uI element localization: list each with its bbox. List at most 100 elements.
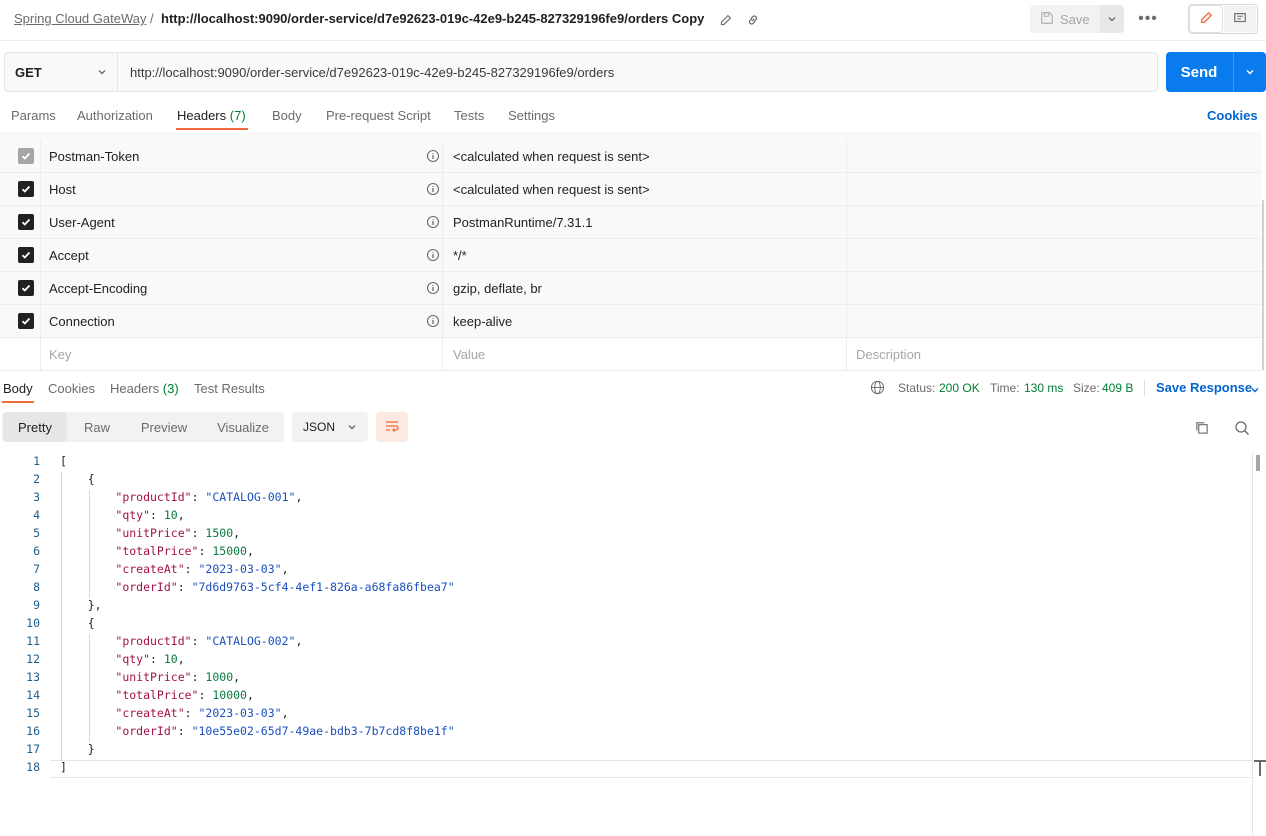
line-number: 16 [26,724,40,738]
response-tab-headers-count: (3) [162,381,179,396]
header-key[interactable]: Accept-Encoding [49,281,147,296]
chevron-down-icon [1250,383,1260,393]
editor-scrollbar-track[interactable] [1252,452,1253,836]
tab-tests[interactable]: Tests [454,108,484,123]
code-line: "productId": "CATALOG-002", [115,634,303,648]
copy-icon[interactable] [1194,420,1210,436]
line-number: 10 [26,616,40,630]
line-number: 2 [33,472,40,486]
response-tab-test-results[interactable]: Test Results [194,381,265,396]
code-line: "orderId": "7d6d9763-5cf4-4ef1-826a-a68f… [115,580,455,594]
info-icon[interactable] [426,314,440,328]
response-body-editor[interactable]: 1 [2 {3 "productId": "CATALOG-001", 4 "qty… [0,452,1266,836]
chevron-down-icon [1245,65,1255,80]
line-number: 18 [26,760,40,774]
request-title[interactable]: http://localhost:9090/order-service/d7e9… [161,11,704,26]
tab-headers[interactable]: Headers (7) [177,108,246,123]
header-value[interactable]: PostmanRuntime/7.31.1 [453,215,592,230]
indent-guide [89,634,90,742]
size-label: Size: [1073,381,1100,395]
header-enabled-checkbox[interactable] [18,181,34,197]
code-line: "createAt": "2023-03-03", [115,706,289,720]
view-raw-button[interactable]: Raw [72,412,122,442]
save-button[interactable]: Save [1030,5,1100,33]
url-input[interactable]: http://localhost:9090/order-service/d7e9… [118,52,1158,92]
line-number: 12 [26,652,40,666]
line-number: 1 [33,454,40,468]
info-icon[interactable] [426,215,440,229]
code-line: "qty": 10, [115,652,185,666]
new-header-value-input[interactable]: Value [453,347,485,362]
view-visualize-button[interactable]: Visualize [206,412,280,442]
info-icon[interactable] [426,149,440,163]
header-key[interactable]: Host [49,182,76,197]
header-enabled-checkbox[interactable] [18,313,34,329]
size-value[interactable]: 409 B [1102,381,1133,395]
header-enabled-checkbox[interactable] [18,280,34,296]
new-header-key-input[interactable]: Key [49,347,71,362]
send-options-dropdown[interactable] [1236,52,1264,92]
status-label: Status: [898,381,936,395]
header-row: Host <calculated when request is sent> [0,173,1262,206]
edit-title-pencil-icon[interactable] [716,11,734,29]
info-icon[interactable] [426,281,440,295]
info-icon[interactable] [426,248,440,262]
more-actions-button[interactable]: ••• [1134,5,1162,33]
tab-settings[interactable]: Settings [508,108,555,123]
tab-params[interactable]: Params [11,108,56,123]
new-header-description-input[interactable]: Description [856,347,921,362]
response-tab-headers[interactable]: Headers (3) [110,381,179,396]
header-key[interactable]: Connection [49,314,115,329]
line-number: 6 [33,544,40,558]
breadcrumb-collection-link[interactable]: Spring Cloud GateWay [14,11,146,26]
send-button[interactable]: Send [1166,52,1232,92]
header-key[interactable]: User-Agent [49,215,115,230]
code-line: "unitPrice": 1000, [115,670,241,684]
format-select[interactable]: JSON [292,412,368,442]
header-key[interactable]: Accept [49,248,89,263]
line-number: 7 [33,562,40,576]
header-row: User-Agent PostmanRuntime/7.31.1 [0,206,1262,239]
line-number: 14 [26,688,40,702]
header-value[interactable]: */* [453,248,467,263]
current-line-highlight [50,760,1252,778]
chevron-down-icon [1107,12,1117,27]
line-number: 9 [33,598,40,612]
header-enabled-checkbox[interactable] [18,148,34,164]
code-line: "unitPrice": 1500, [115,526,241,540]
view-pretty-button[interactable]: Pretty [3,412,67,442]
line-number: 3 [33,490,40,504]
response-tab-body[interactable]: Body [3,381,33,396]
header-value[interactable]: keep-alive [453,314,512,329]
globe-icon[interactable] [870,380,886,396]
tab-authorization[interactable]: Authorization [77,108,153,123]
header-enabled-checkbox[interactable] [18,247,34,263]
line-number: 13 [26,670,40,684]
wrap-lines-button[interactable] [376,412,408,442]
info-icon[interactable] [426,182,440,196]
code-line: "orderId": "10e55e02-65d7-49ae-bdb3-7b7c… [115,724,455,738]
edit-mode-button[interactable] [1190,6,1222,32]
save-disk-icon [1040,11,1054,28]
response-tab-cookies[interactable]: Cookies [48,381,95,396]
status-value[interactable]: 200 OK [939,381,980,395]
tab-pre-request-script[interactable]: Pre-request Script [326,108,431,123]
cookies-link[interactable]: Cookies [1207,108,1258,123]
header-value[interactable]: <calculated when request is sent> [453,182,650,197]
save-response-button[interactable]: Save Response [1156,380,1252,395]
editor-scrollbar-thumb[interactable] [1256,455,1260,471]
time-value[interactable]: 130 ms [1024,381,1063,395]
breadcrumb-separator: / [150,11,154,26]
tab-body[interactable]: Body [272,108,302,123]
search-icon[interactable] [1234,420,1250,436]
header-value[interactable]: gzip, deflate, br [453,281,542,296]
header-enabled-checkbox[interactable] [18,214,34,230]
headers-scrollbar[interactable] [1262,200,1264,370]
editor-cursor-marker [1259,760,1261,776]
view-preview-button[interactable]: Preview [131,412,197,442]
documentation-mode-button[interactable] [1224,6,1256,32]
header-value: <calculated when request is sent> [453,149,650,164]
copy-link-icon[interactable] [744,11,762,29]
save-options-dropdown[interactable] [1100,5,1124,33]
method-label: GET [15,64,42,80]
